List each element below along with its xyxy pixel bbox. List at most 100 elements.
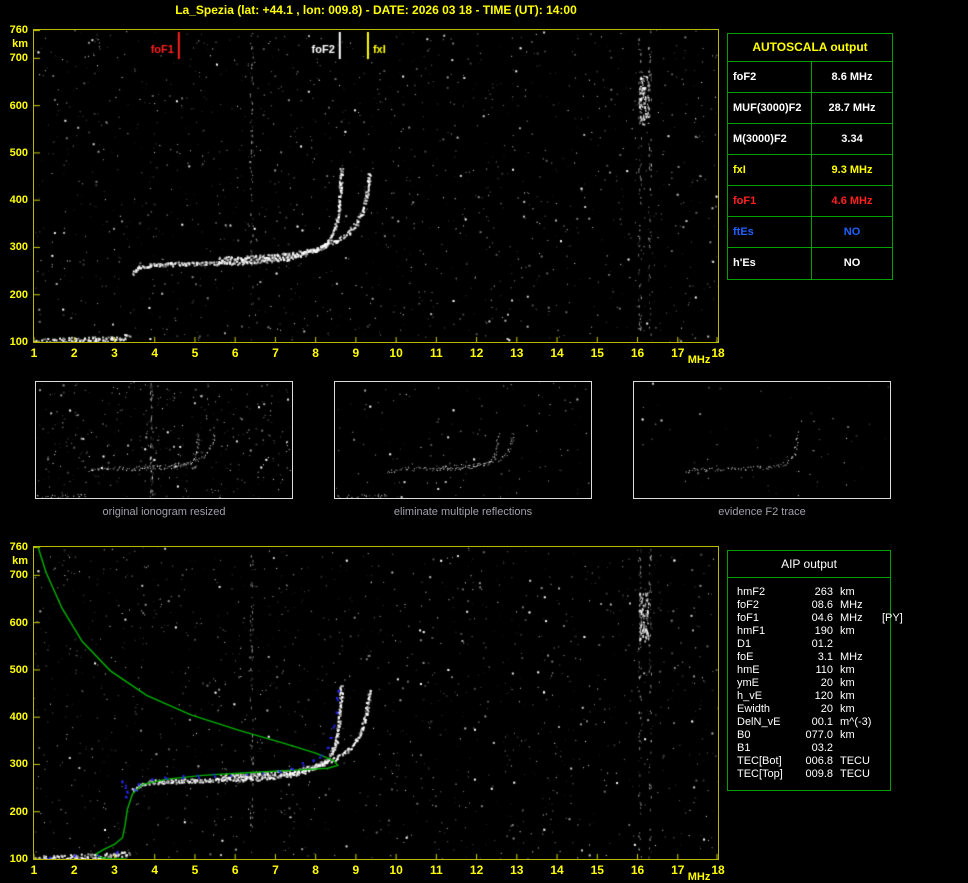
thumbnail-caption-original: original ionogram resized — [102, 506, 226, 518]
y-axis-unit-label: km — [12, 38, 28, 50]
autoscala-row-fof1: foF1 4.6 MHz — [728, 186, 892, 217]
x-axis-tick-label: 9 — [352, 863, 360, 877]
y-axis-unit-label: km — [12, 555, 28, 567]
aip-row-yme: ymE 20 km — [737, 677, 890, 690]
aip-param-label: hmF2 — [737, 586, 766, 598]
y-axis-tick-label: 600 — [9, 99, 28, 112]
x-axis-tick-label: 3 — [111, 863, 118, 877]
aip-param-value: 03.2 — [811, 742, 833, 754]
top-plot-x-axis: 1 2 3 4 5 6 7 8 9 10 11 12 13 14 15 16 17 18 MHz — [31, 345, 753, 371]
aip-param-unit: MHz — [840, 612, 863, 624]
aip-param-label: D1 — [737, 638, 752, 650]
aip-row-foe: foE 3.1 MHz — [737, 651, 890, 664]
x-axis-tick-label: 8 — [312, 346, 319, 360]
aip-param-unit: TECU — [840, 768, 870, 780]
aip-param-note — [880, 638, 890, 651]
aip-param-note — [880, 742, 890, 755]
aip-row-d1: D1 01.2 — [737, 638, 890, 651]
thumbnail-multiples-removed — [334, 381, 592, 499]
x-axis-tick-label: 13 — [510, 863, 524, 877]
x-axis-tick-label: 7 — [272, 863, 279, 877]
x-axis-tick-label: 10 — [389, 863, 403, 877]
aip-param-value: 110 — [815, 664, 833, 676]
aip-param-label: Ewidth — [737, 703, 771, 715]
aip-param-value: 01.2 — [811, 638, 833, 650]
autoscala-param-label: fxI — [728, 155, 812, 185]
aip-row-fof1: foF1 04.6 MHz [PY] — [737, 612, 903, 625]
x-axis-tick-label: 5 — [191, 346, 199, 360]
thumbnail-original-ionogram — [35, 381, 293, 499]
aip-row-b1: B1 03.2 — [737, 742, 890, 755]
aip-param-label: foF2 — [737, 599, 760, 611]
autoscala-param-label: foF1 — [728, 186, 812, 216]
x-axis-tick-label: 14 — [550, 863, 564, 877]
y-axis-tick-label: 200 — [9, 805, 28, 818]
autoscala-row-fxi: fxI 9.3 MHz — [728, 155, 892, 186]
aip-param-note — [880, 586, 890, 599]
bottom-ionogram-panel — [33, 546, 719, 860]
aip-param-note — [880, 755, 890, 768]
thumbnail-caption-f2: evidence F2 trace — [718, 506, 806, 518]
aip-row-hmf2: hmF2 263 km — [737, 586, 890, 599]
x-axis-tick-label: 2 — [70, 863, 78, 877]
aip-row-h-ve: h_vE 120 km — [737, 690, 890, 703]
x-axis-tick-label: 14 — [550, 346, 564, 360]
aip-param-value: 190 — [814, 625, 833, 637]
aip-param-note — [880, 599, 890, 612]
aip-param-label: TEC[Bot] — [737, 755, 782, 767]
thumbnail-multiples-canvas — [335, 382, 591, 498]
aip-param-note — [880, 729, 890, 742]
y-axis-tick-label: 760 — [9, 541, 28, 553]
bottom-plot-x-axis: 1 2 3 4 5 6 7 8 9 10 11 12 13 14 15 16 17 18 MHz — [31, 862, 753, 883]
aip-param-unit: TECU — [840, 755, 870, 767]
autoscala-row-muf-3000-f2: MUF(3000)F2 28.7 MHz — [728, 93, 892, 124]
aip-param-value: 08.6 — [811, 599, 833, 611]
x-axis-tick-label: 4 — [151, 863, 159, 877]
aip-param-note: [PY] — [882, 612, 903, 624]
autoscala-param-value: 4.6 MHz — [831, 195, 873, 207]
aip-param-unit: km — [840, 677, 855, 689]
aip-param-note — [880, 651, 890, 664]
autoscala-table-rows: foF2 8.6 MHz MUF(3000)F2 28.7 MHz M(3000)F2 3… — [728, 62, 892, 279]
x-axis-tick-label: 1 — [30, 863, 38, 877]
autoscala-param-label: M(3000)F2 — [728, 124, 812, 154]
aip-param-unit: m^(-3) — [840, 716, 872, 728]
x-axis-unit-label: MHz — [687, 871, 711, 883]
autoscala-param-label: MUF(3000)F2 — [728, 93, 812, 123]
bottom-ionogram-canvas — [34, 547, 718, 859]
y-axis-tick-label: 500 — [9, 146, 28, 159]
x-axis-tick-label: 15 — [590, 863, 604, 877]
autoscala-app-window: La_Spezia (lat: +44.1 , lon: 009.8) - DA… — [0, 0, 968, 883]
autoscala-param-label: h'Es — [728, 248, 812, 279]
aip-param-note — [880, 768, 890, 781]
thumbnail-f2-evidence — [633, 381, 891, 499]
x-axis-tick-label: 6 — [231, 346, 239, 360]
aip-param-unit: km — [840, 625, 855, 637]
aip-param-note — [880, 625, 890, 638]
aip-param-label: TEC[Top] — [737, 768, 783, 780]
thumbnail-f2-canvas — [634, 382, 890, 498]
aip-param-value: 20 — [820, 703, 833, 715]
thumbnail-caption-multiples: eliminate multiple reflections — [393, 506, 533, 518]
x-axis-tick-label: 17 — [671, 863, 685, 877]
aip-param-value: 120 — [814, 690, 833, 702]
aip-param-label: B0 — [737, 729, 751, 741]
aip-param-unit: MHz — [840, 599, 863, 611]
x-axis-tick-label: 3 — [111, 346, 118, 360]
x-axis-tick-label: 13 — [510, 346, 524, 360]
aip-row-b0: B0 077.0 km — [737, 729, 890, 742]
y-axis-tick-label: 200 — [9, 288, 28, 301]
top-ionogram-panel — [33, 29, 719, 343]
x-axis-tick-label: 11 — [430, 863, 443, 877]
aip-row-ewidth: Ewidth 20 km — [737, 703, 890, 716]
x-axis-tick-label: 16 — [630, 346, 645, 360]
aip-row-tec-bot-: TEC[Bot] 006.8 TECU — [737, 755, 890, 768]
aip-row-deln-ve: DelN_vE 00.1 m^(-3) — [737, 716, 890, 729]
aip-param-label: B1 — [737, 742, 751, 754]
x-axis-tick-label: 4 — [151, 346, 159, 360]
autoscala-param-label: foF2 — [728, 62, 812, 92]
aip-param-note — [880, 716, 890, 729]
aip-param-unit: km — [840, 664, 855, 676]
aip-param-label: hmF1 — [737, 625, 766, 637]
autoscala-row-fof2: foF2 8.6 MHz — [728, 62, 892, 93]
